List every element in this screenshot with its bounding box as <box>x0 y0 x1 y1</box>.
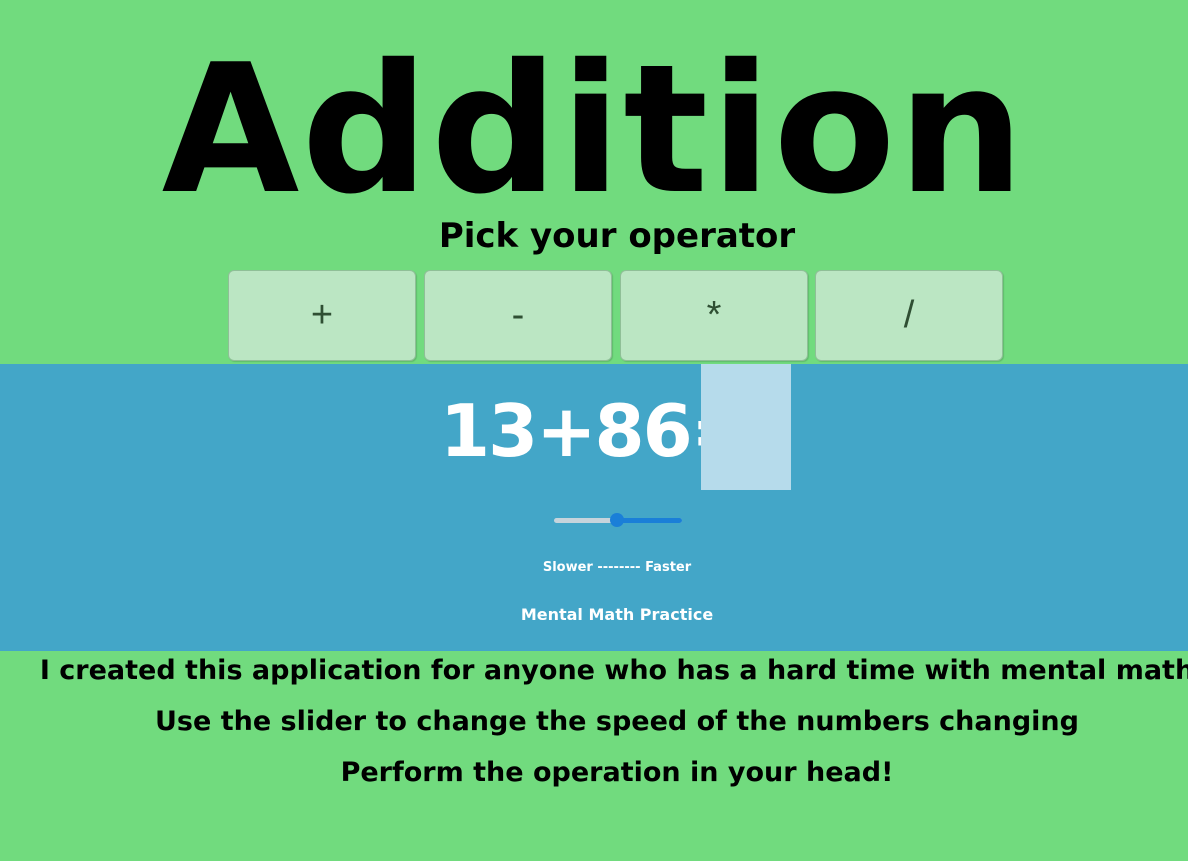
add-operator-button[interactable]: + <box>228 270 416 361</box>
description-line-3: Perform the operation in your head! <box>340 757 894 788</box>
subtract-operator-button[interactable]: - <box>424 270 612 361</box>
practice-panel: 13+86= Slower -------- Faster Mental Mat… <box>0 364 1188 651</box>
multiply-operator-button[interactable]: * <box>620 270 808 361</box>
answer-input[interactable] <box>701 364 791 490</box>
speed-slider[interactable] <box>554 513 682 529</box>
description-line-2: Use the slider to change the speed of th… <box>155 706 1079 737</box>
page-title: Addition <box>161 26 1027 233</box>
operator-prompt: Pick your operator <box>438 216 796 256</box>
math-problem: 13+86= <box>440 389 751 473</box>
divide-operator-button[interactable]: / <box>815 270 1003 361</box>
header-section: Addition Pick your operator + - * / <box>0 0 1188 364</box>
operator-button-group: + - * / <box>228 270 1006 363</box>
slider-thumb[interactable] <box>609 513 624 527</box>
app-name: Mental Math Practice <box>520 605 714 624</box>
speed-slider-label: Slower -------- Faster <box>542 560 692 575</box>
slider-track-fill <box>616 518 682 523</box>
description-line-1: I created this application for anyone wh… <box>39 655 1188 686</box>
